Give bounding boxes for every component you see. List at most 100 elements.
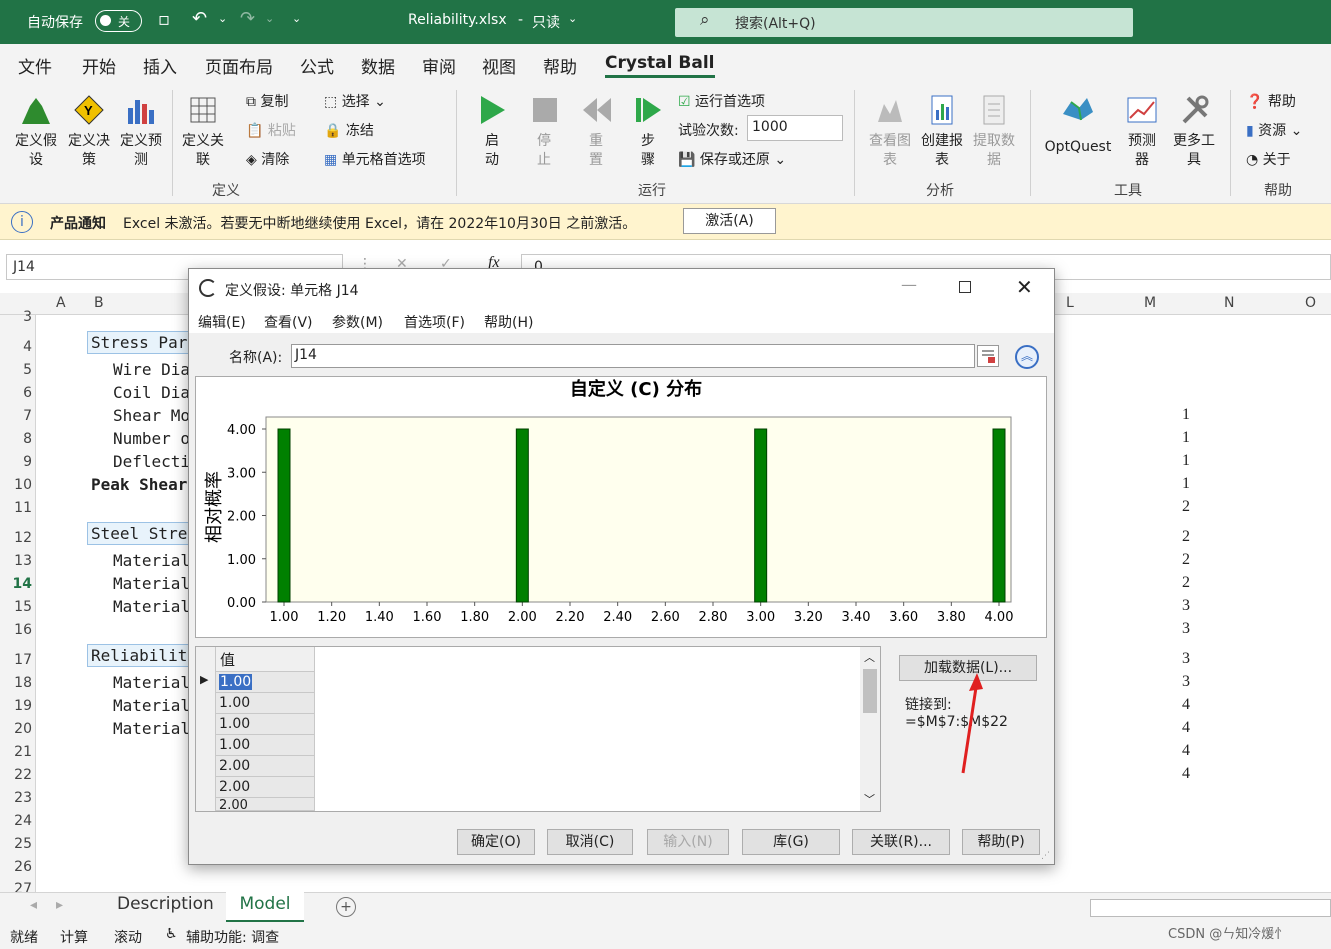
maximize-icon[interactable] — [959, 281, 971, 293]
scroll-right-icon[interactable]: ▸ — [56, 897, 63, 913]
trials-input[interactable]: 1000 — [747, 115, 843, 141]
column-header[interactable]: A — [56, 295, 66, 311]
grid-cell[interactable]: 1.00 — [216, 693, 315, 714]
cell-prefs-button[interactable]: ▦ 单元格首选项 — [324, 149, 426, 169]
row-header[interactable]: 13 — [0, 553, 32, 569]
sheet-tab-description[interactable]: Description — [117, 894, 214, 914]
row-header[interactable]: 11 — [0, 500, 32, 516]
copy-button[interactable]: ⧉ 复制 — [246, 91, 288, 111]
row-header[interactable]: 15 — [0, 599, 32, 615]
cell-c7[interactable]: Shear Mo — [113, 406, 190, 425]
row-header[interactable]: 17 — [0, 652, 32, 668]
undo-dropdown-icon[interactable]: ⌄ — [218, 12, 227, 25]
cell-m19[interactable]: 4 — [1172, 696, 1190, 714]
name-input[interactable]: J14 — [291, 344, 975, 368]
row-header[interactable]: 23 — [0, 790, 32, 806]
grid-cell[interactable]: 1.00 — [216, 672, 315, 693]
cell-m10[interactable]: 1 — [1172, 475, 1190, 493]
gallery-button[interactable]: 库(G) — [742, 829, 840, 855]
tab-home[interactable]: 开始 — [82, 53, 116, 78]
cell-c15[interactable]: Material — [113, 597, 190, 616]
undo-icon[interactable]: ↶ — [192, 8, 207, 29]
row-header[interactable]: 18 — [0, 675, 32, 691]
cell-m9[interactable]: 1 — [1172, 452, 1190, 470]
define-decision-button[interactable]: Y 定义决策 — [64, 94, 114, 170]
about-button[interactable]: ◔ 关于 — [1246, 149, 1291, 169]
readonly-dropdown-icon[interactable]: ⌄ — [568, 12, 577, 25]
row-header[interactable]: 12 — [0, 530, 32, 546]
column-header[interactable]: N — [1224, 295, 1234, 311]
cell-b17[interactable]: Reliabilit — [87, 644, 197, 667]
row-header[interactable]: 4 — [0, 339, 32, 355]
cell-c19[interactable]: Material — [113, 696, 190, 715]
column-header[interactable]: O — [1305, 295, 1316, 311]
cell-c6[interactable]: Coil Dia — [113, 383, 190, 402]
cell-c20[interactable]: Material — [113, 719, 190, 738]
cell-m17[interactable]: 3 — [1172, 650, 1190, 668]
tab-insert[interactable]: 插入 — [143, 53, 177, 78]
collapse-icon[interactable]: ︽ — [1015, 345, 1039, 369]
column-header[interactable]: B — [94, 295, 104, 311]
save-restore-button[interactable]: 💾 保存或还原 ⌄ — [678, 149, 786, 169]
redo-dropdown-icon[interactable]: ⌄ — [265, 12, 274, 25]
row-header[interactable]: 3 — [0, 309, 32, 325]
cell-m13[interactable]: 2 — [1172, 551, 1190, 569]
cell-c9[interactable]: Deflecti — [113, 452, 190, 471]
reset-button[interactable]: 重置 — [578, 94, 614, 170]
row-header[interactable]: 22 — [0, 767, 32, 783]
clear-button[interactable]: ◈ 清除 — [246, 149, 289, 169]
row-header[interactable]: 10 — [0, 477, 32, 493]
correlate-button[interactable]: 关联(R)... — [852, 829, 950, 855]
tab-data[interactable]: 数据 — [361, 53, 395, 78]
dialog-menu-parameters[interactable]: 参数(M) — [332, 312, 383, 332]
cell-m14[interactable]: 2 — [1172, 574, 1190, 592]
tab-view[interactable]: 视图 — [482, 53, 516, 78]
cell-c18[interactable]: Material — [113, 673, 190, 692]
paste-button[interactable]: 📋 粘贴 — [246, 120, 296, 140]
run-prefs-button[interactable]: ☑ 运行首选项 — [678, 91, 765, 111]
define-correlation-button[interactable]: 定义关联 — [178, 94, 228, 170]
stop-button[interactable]: 停止 — [526, 94, 562, 170]
cell-m20[interactable]: 4 — [1172, 719, 1190, 737]
minimize-icon[interactable]: — — [901, 275, 917, 294]
close-icon[interactable]: ✕ — [1016, 275, 1033, 299]
cell-c8[interactable]: Number o — [113, 429, 190, 448]
optquest-button[interactable]: OptQuest — [1040, 94, 1116, 157]
scroll-left-icon[interactable]: ◂ — [30, 897, 37, 913]
row-header[interactable]: 25 — [0, 836, 32, 852]
cell-m15[interactable]: 3 — [1172, 597, 1190, 615]
freeze-button[interactable]: 🔒 冻结 — [324, 120, 374, 140]
cell-b10[interactable]: Peak Shear — [91, 475, 187, 494]
row-header[interactable]: 16 — [0, 622, 32, 638]
row-header[interactable]: 19 — [0, 698, 32, 714]
resources-button[interactable]: ▮ 资源 ⌄ — [1246, 120, 1302, 140]
dialog-menu-help[interactable]: 帮助(H) — [484, 312, 533, 332]
cell-c14[interactable]: Material — [113, 574, 190, 593]
row-header[interactable]: 7 — [0, 408, 32, 424]
more-tools-button[interactable]: 更多工具 — [1168, 94, 1220, 170]
cell-m22[interactable]: 4 — [1172, 765, 1190, 783]
tab-page-layout[interactable]: 页面布局 — [205, 53, 273, 78]
tab-help[interactable]: 帮助 — [543, 53, 577, 78]
search-box[interactable]: ⌕ 搜索(Alt+Q) — [675, 8, 1133, 37]
cell-c13[interactable]: Material — [113, 551, 190, 570]
define-assumption-button[interactable]: 定义假设 — [10, 94, 62, 170]
cell-m21[interactable]: 4 — [1172, 742, 1190, 760]
dialog-menu-view[interactable]: 查看(V) — [264, 312, 313, 332]
row-header[interactable]: 9 — [0, 454, 32, 470]
row-header[interactable]: 20 — [0, 721, 32, 737]
enter-button[interactable]: 输入(N) — [647, 829, 729, 855]
column-header[interactable]: M — [1144, 295, 1156, 311]
dialog-help-button[interactable]: 帮助(P) — [962, 829, 1040, 855]
start-button[interactable]: 启动 — [474, 94, 510, 170]
tab-formulas[interactable]: 公式 — [300, 53, 334, 78]
cell-reference-icon[interactable] — [977, 345, 999, 367]
tab-crystal-ball[interactable]: Crystal Ball — [605, 53, 715, 78]
status-accessibility[interactable]: 辅助功能: 调查 — [186, 927, 279, 947]
cell-m12[interactable]: 2 — [1172, 528, 1190, 546]
dialog-menu-edit[interactable]: 编辑(E) — [198, 312, 246, 332]
grid-cell[interactable]: 1.00 — [216, 714, 315, 735]
cell-m11[interactable]: 2 — [1172, 498, 1190, 516]
help-button[interactable]: ❓ 帮助 — [1246, 91, 1296, 111]
cell-b4[interactable]: Stress Par — [87, 331, 197, 354]
